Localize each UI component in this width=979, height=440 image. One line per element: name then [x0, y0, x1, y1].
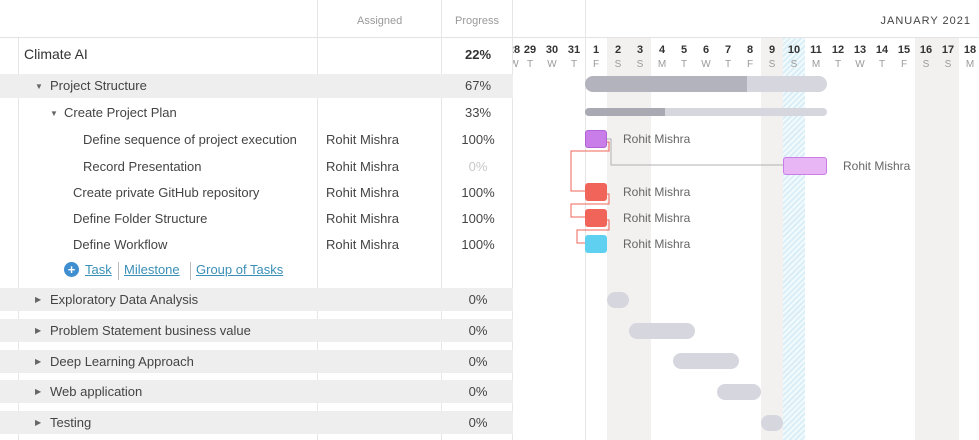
table-row[interactable]: ▶ Web application 0%: [0, 380, 513, 403]
task-name[interactable]: Testing: [50, 415, 91, 430]
progress-value: 100%: [461, 185, 495, 200]
assignee[interactable]: Rohit Mishra: [326, 185, 399, 200]
grid-header: Assigned Progress: [0, 0, 513, 38]
task-name[interactable]: Create Project Plan: [64, 105, 177, 120]
progress-value: 100%: [461, 132, 495, 147]
dependency-lines: [570, 138, 783, 244]
collapse-triangle-icon[interactable]: ▼: [35, 82, 43, 91]
group-bar[interactable]: [761, 415, 783, 431]
group-bar[interactable]: [585, 108, 827, 116]
table-row[interactable]: Define Workflow Rohit Mishra 100%: [0, 233, 513, 257]
task-bar[interactable]: [783, 157, 827, 175]
group-bar[interactable]: [629, 323, 695, 339]
expand-triangle-icon[interactable]: ▶: [35, 295, 41, 304]
add-task-link[interactable]: Task: [85, 262, 112, 277]
progress-column-header[interactable]: Progress: [455, 15, 499, 27]
progress-value: 0%: [468, 384, 488, 399]
task-bar[interactable]: [585, 209, 607, 227]
progress-value: 22%: [464, 47, 492, 62]
table-row[interactable]: ▼ Project Structure 67%: [0, 74, 513, 98]
task-name[interactable]: Problem Statement business value: [50, 323, 251, 338]
add-group-of-tasks-link[interactable]: Group of Tasks: [196, 262, 283, 277]
assignee[interactable]: Rohit Mishra: [326, 237, 399, 252]
group-bar-progress: [585, 108, 665, 116]
task-name[interactable]: Web application: [50, 384, 142, 399]
assignee[interactable]: Rohit Mishra: [326, 132, 399, 147]
progress-value: 100%: [461, 237, 495, 252]
task-bar[interactable]: [585, 130, 607, 148]
progress-value: 0%: [468, 415, 488, 430]
task-name[interactable]: Record Presentation: [83, 159, 202, 174]
task-name[interactable]: Exploratory Data Analysis: [50, 292, 198, 307]
table-row[interactable]: ▶ Problem Statement business value 0%: [0, 319, 513, 342]
link-separator: [190, 262, 191, 280]
task-bar-label: Rohit Mishra: [843, 159, 911, 173]
task-name[interactable]: Define sequence of project execution: [83, 132, 297, 147]
task-name[interactable]: Create private GitHub repository: [73, 185, 259, 200]
group-bar[interactable]: [585, 76, 827, 92]
table-row[interactable]: Record Presentation Rohit Mishra 0%: [0, 155, 513, 179]
table-row[interactable]: ▶ Testing 0%: [0, 411, 513, 434]
expand-triangle-icon[interactable]: ▶: [35, 418, 41, 427]
task-name[interactable]: Define Workflow: [73, 237, 167, 252]
assignee[interactable]: Rohit Mishra: [326, 159, 399, 174]
progress-value: 67%: [464, 78, 492, 93]
progress-value: 0%: [468, 292, 488, 307]
table-row[interactable]: ▼ Create Project Plan 33%: [0, 101, 513, 125]
add-plus-icon[interactable]: +: [64, 262, 79, 277]
gantt-timeline[interactable]: JANUARY 2021 28 W 29 T 30 W 31 T 1 F 2 S…: [513, 0, 979, 440]
task-bar[interactable]: [585, 183, 607, 201]
table-row[interactable]: Define Folder Structure Rohit Mishra 100…: [0, 207, 513, 231]
expand-triangle-icon[interactable]: ▶: [35, 357, 41, 366]
link-separator: [118, 262, 119, 280]
assignee[interactable]: Rohit Mishra: [326, 211, 399, 226]
task-name[interactable]: Deep Learning Approach: [50, 354, 194, 369]
expand-triangle-icon[interactable]: ▶: [35, 387, 41, 396]
progress-value: 0%: [468, 354, 488, 369]
group-bar[interactable]: [673, 353, 739, 369]
assigned-column-header[interactable]: Assigned: [357, 15, 402, 27]
expand-triangle-icon[interactable]: ▶: [35, 326, 41, 335]
progress-value: 0%: [468, 159, 488, 174]
collapse-triangle-icon[interactable]: ▼: [50, 109, 58, 118]
table-row[interactable]: ▶ Deep Learning Approach 0%: [0, 350, 513, 373]
add-milestone-link[interactable]: Milestone: [124, 262, 180, 277]
task-bar-label: Rohit Mishra: [623, 132, 691, 146]
progress-value: 0%: [468, 323, 488, 338]
task-grid: Assigned Progress Climate AI 22% ▼ Proje…: [0, 0, 513, 440]
group-bar[interactable]: [717, 384, 761, 400]
table-row[interactable]: Create private GitHub repository Rohit M…: [0, 181, 513, 205]
group-bar-progress: [585, 76, 747, 92]
table-row[interactable]: Climate AI 22%: [0, 38, 513, 70]
task-name[interactable]: Define Folder Structure: [73, 211, 207, 226]
group-bar[interactable]: [607, 292, 629, 308]
task-bar[interactable]: [585, 235, 607, 253]
table-row[interactable]: ▶ Exploratory Data Analysis 0%: [0, 288, 513, 311]
table-row[interactable]: Define sequence of project execution Roh…: [0, 128, 513, 152]
project-name[interactable]: Climate AI: [24, 46, 88, 62]
progress-value: 33%: [464, 105, 492, 120]
task-bar-label: Rohit Mishra: [623, 185, 691, 199]
task-bar-label: Rohit Mishra: [623, 211, 691, 225]
task-bar-label: Rohit Mishra: [623, 237, 691, 251]
progress-value: 100%: [461, 211, 495, 226]
task-name[interactable]: Project Structure: [50, 78, 147, 93]
